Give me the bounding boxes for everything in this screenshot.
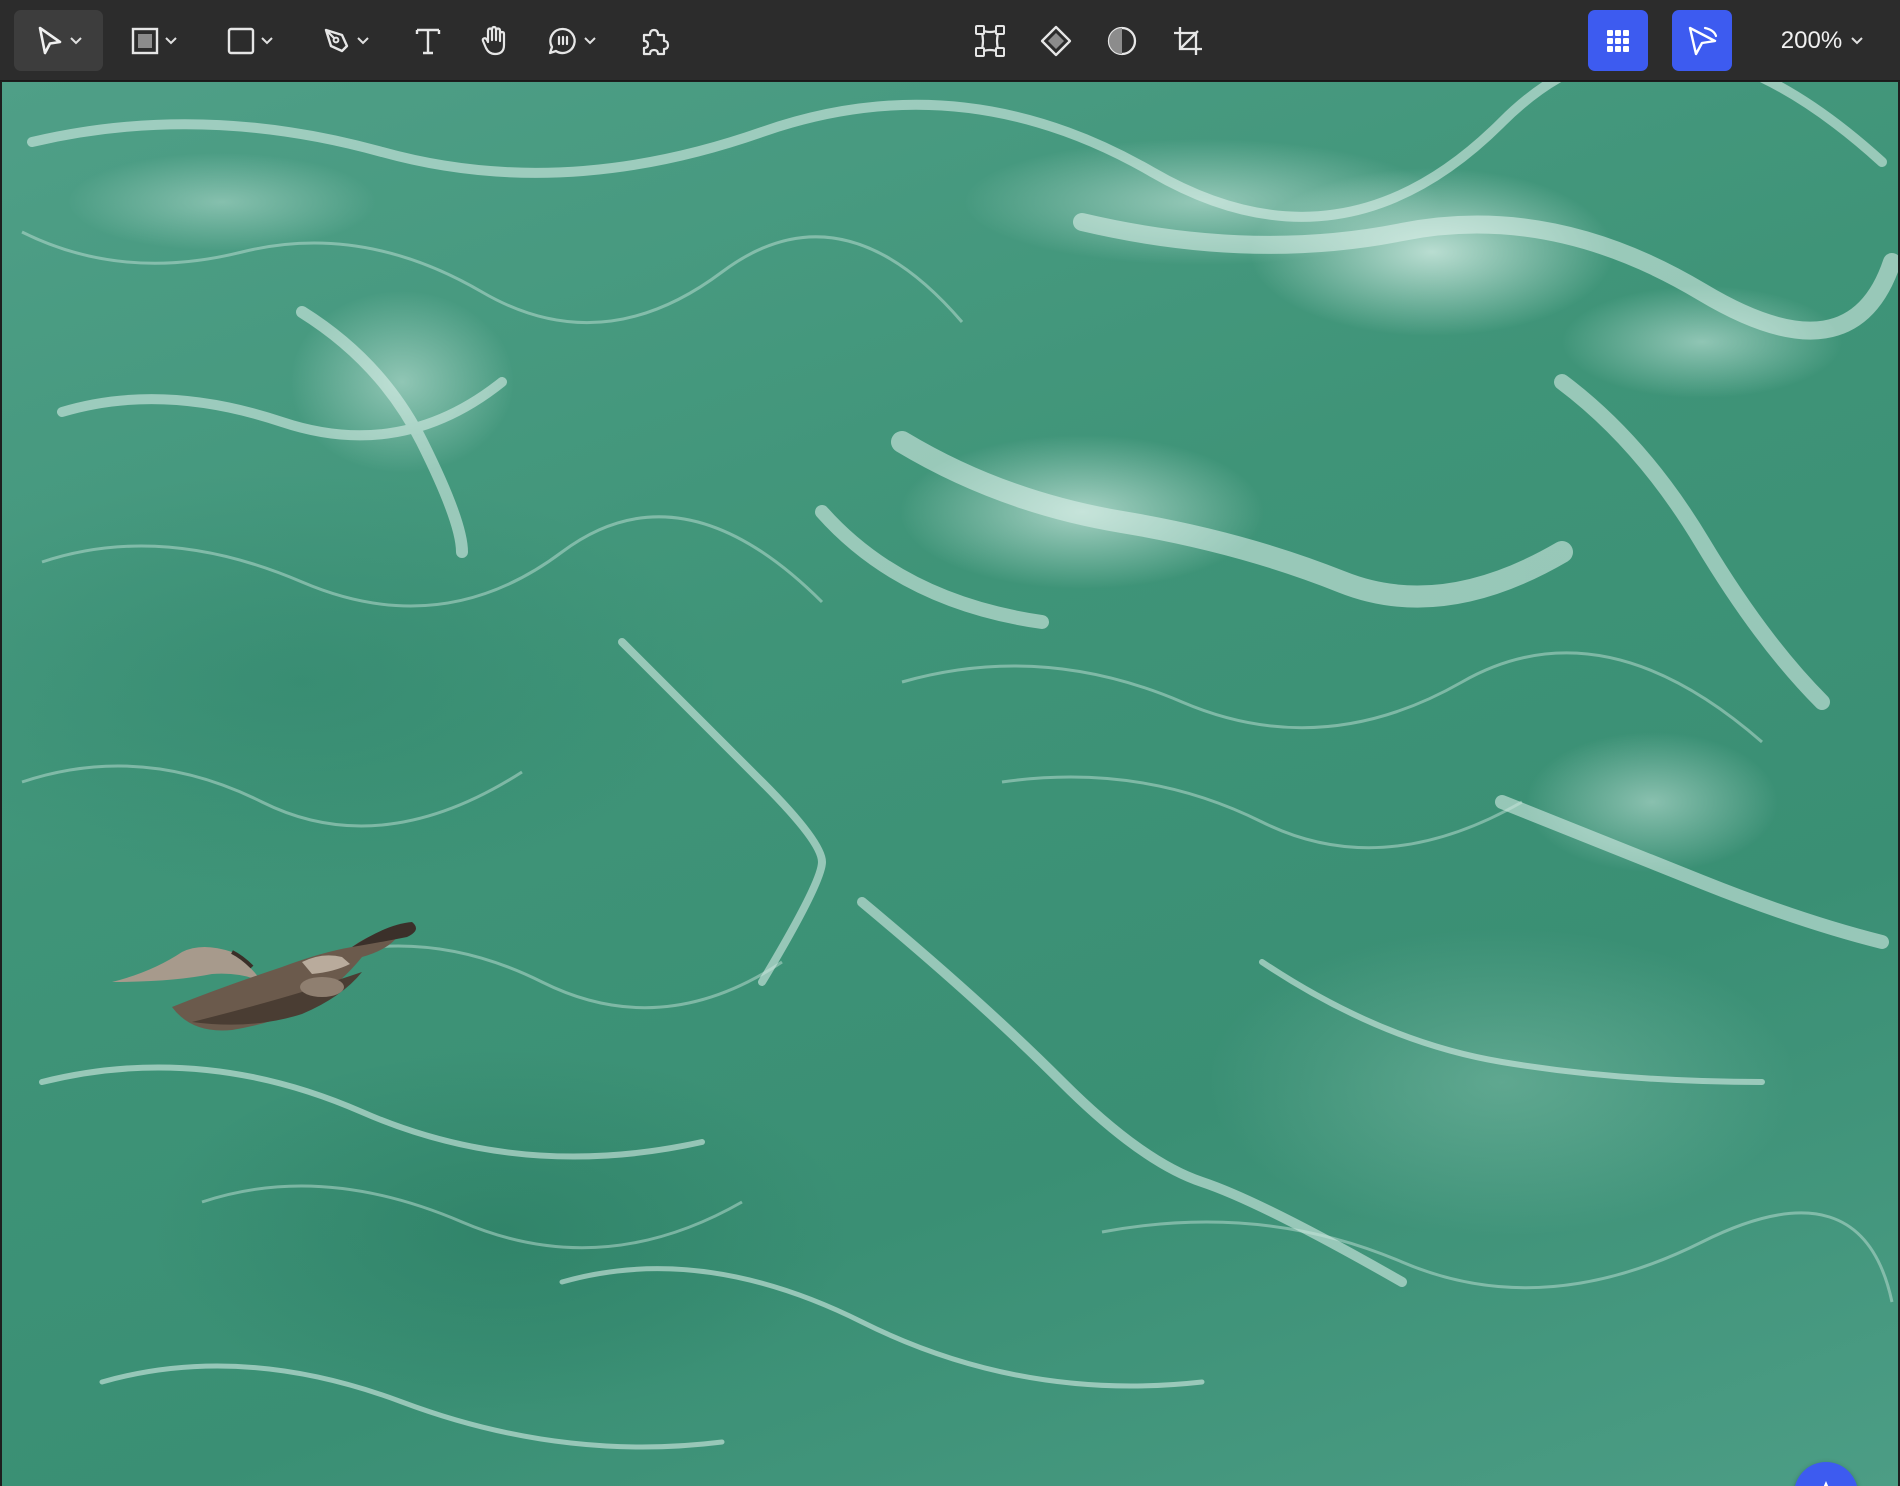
transform-tool[interactable]: [966, 10, 1014, 71]
move-tool[interactable]: [14, 10, 103, 71]
water-foam-texture: [21, 82, 1898, 1450]
comment-icon: [548, 27, 576, 54]
pen-icon: [324, 28, 349, 52]
component-tool[interactable]: [1032, 10, 1080, 71]
shape-tool[interactable]: [216, 10, 284, 71]
chevron-down-icon: [584, 36, 596, 44]
toolbar: 200%: [0, 0, 1900, 81]
pen-tool[interactable]: [312, 10, 380, 71]
hand-tool[interactable]: [471, 10, 517, 71]
design-app: 200%: [0, 0, 1900, 1486]
grid-icon: [1607, 29, 1629, 52]
present-button[interactable]: [1672, 10, 1732, 71]
zoom-dropdown[interactable]: 200%: [1760, 10, 1885, 71]
chevron-down-icon: [261, 36, 273, 44]
star-icon: [1823, 1481, 1829, 1486]
frame-icon: [131, 27, 159, 54]
seagull-over-turquoise-water-icon: [112, 922, 416, 1031]
play-cursor-icon: [1688, 26, 1718, 55]
text-icon: [415, 28, 441, 54]
hand-icon: [481, 25, 506, 55]
chevron-down-icon: [165, 36, 177, 44]
rectangle-icon: [227, 27, 255, 54]
half-circle-icon: [1107, 26, 1137, 55]
comment-tool[interactable]: [538, 10, 606, 71]
cursor-arrow-icon: [38, 26, 61, 54]
chevron-down-icon: [69, 36, 82, 44]
canvas-image[interactable]: [2, 82, 1898, 1486]
component-diamond-icon: [1040, 25, 1072, 56]
frame-tool[interactable]: [120, 10, 188, 71]
crop-tool[interactable]: [1164, 10, 1212, 71]
mask-tool[interactable]: [1098, 10, 1146, 71]
crop-icon: [1174, 26, 1202, 55]
apps-button[interactable]: [1588, 10, 1648, 71]
puzzle-icon: [642, 28, 670, 55]
text-tool[interactable]: [405, 10, 451, 71]
transform-icon: [975, 24, 1005, 57]
chevron-down-icon: [357, 36, 369, 44]
chevron-down-icon: [1851, 36, 1863, 44]
zoom-level: 200%: [1780, 26, 1843, 54]
plugins-tool[interactable]: [632, 10, 678, 71]
